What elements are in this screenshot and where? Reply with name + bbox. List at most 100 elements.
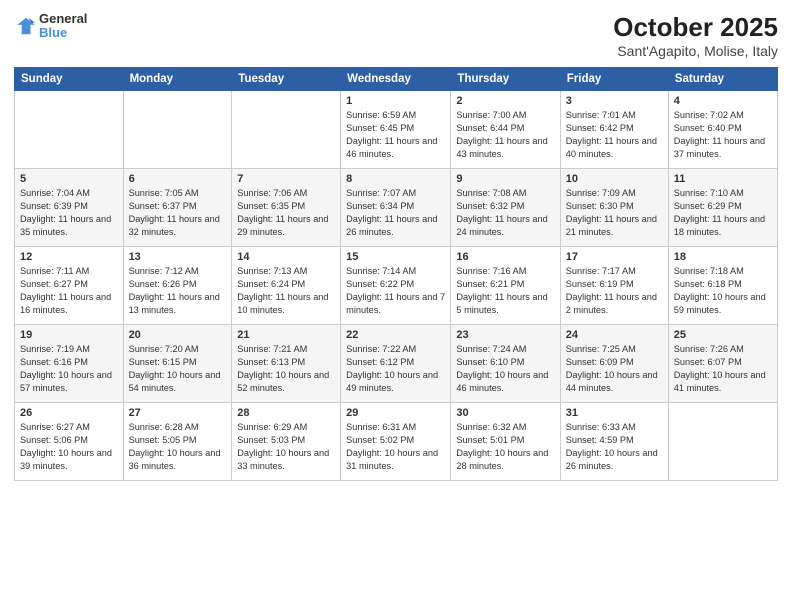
header: General Blue October 2025 Sant'Agapito, …	[14, 12, 778, 59]
day-info: Sunrise: 7:13 AM Sunset: 6:24 PM Dayligh…	[237, 265, 335, 317]
day-number: 17	[566, 251, 663, 263]
calendar-cell: 24 Sunrise: 7:25 AM Sunset: 6:09 PM Dayli…	[560, 325, 668, 403]
day-number: 31	[566, 407, 663, 419]
day-info: Sunrise: 7:04 AM Sunset: 6:39 PM Dayligh…	[20, 187, 118, 239]
calendar-cell: 15 Sunrise: 7:14 AM Sunset: 6:22 PM Dayli…	[341, 247, 451, 325]
calendar-subtitle: Sant'Agapito, Molise, Italy	[613, 43, 778, 59]
day-info: Sunrise: 6:59 AM Sunset: 6:45 PM Dayligh…	[346, 109, 445, 161]
calendar-table: SundayMondayTuesdayWednesdayThursdayFrid…	[14, 67, 778, 481]
day-info: Sunrise: 7:21 AM Sunset: 6:13 PM Dayligh…	[237, 343, 335, 395]
page: General Blue October 2025 Sant'Agapito, …	[0, 0, 792, 612]
calendar-cell: 16 Sunrise: 7:16 AM Sunset: 6:21 PM Dayli…	[451, 247, 560, 325]
day-info: Sunrise: 6:29 AM Sunset: 5:03 PM Dayligh…	[237, 421, 335, 473]
day-info: Sunrise: 7:02 AM Sunset: 6:40 PM Dayligh…	[674, 109, 772, 161]
day-number: 23	[456, 329, 554, 341]
day-header-saturday: Saturday	[668, 68, 777, 91]
calendar-cell	[232, 91, 341, 169]
day-info: Sunrise: 6:28 AM Sunset: 5:05 PM Dayligh…	[129, 421, 227, 473]
calendar-cell: 29Sunrise: 6:31 AM Sunset: 5:02 PM Dayli…	[341, 403, 451, 481]
logo-text: General Blue	[39, 12, 87, 41]
calendar-week-1: 1 Sunrise: 6:59 AM Sunset: 6:45 PM Daylig…	[15, 91, 778, 169]
calendar-cell: 30Sunrise: 6:32 AM Sunset: 5:01 PM Dayli…	[451, 403, 560, 481]
calendar-cell: 17 Sunrise: 7:17 AM Sunset: 6:19 PM Dayli…	[560, 247, 668, 325]
calendar-cell: 20 Sunrise: 7:20 AM Sunset: 6:15 PM Dayli…	[123, 325, 232, 403]
day-info: Sunrise: 7:01 AM Sunset: 6:42 PM Dayligh…	[566, 109, 663, 161]
calendar-cell: 23 Sunrise: 7:24 AM Sunset: 6:10 PM Dayli…	[451, 325, 560, 403]
day-number: 18	[674, 251, 772, 263]
day-info: Sunrise: 7:06 AM Sunset: 6:35 PM Dayligh…	[237, 187, 335, 239]
day-info: Sunrise: 7:22 AM Sunset: 6:12 PM Dayligh…	[346, 343, 445, 395]
calendar-cell: 21 Sunrise: 7:21 AM Sunset: 6:13 PM Dayli…	[232, 325, 341, 403]
day-info: Sunrise: 7:09 AM Sunset: 6:30 PM Dayligh…	[566, 187, 663, 239]
day-number: 2	[456, 95, 554, 107]
calendar-cell	[123, 91, 232, 169]
day-info: Sunrise: 7:10 AM Sunset: 6:29 PM Dayligh…	[674, 187, 772, 239]
day-info: Sunrise: 7:07 AM Sunset: 6:34 PM Dayligh…	[346, 187, 445, 239]
calendar-cell: 27 Sunrise: 6:28 AM Sunset: 5:05 PM Dayli…	[123, 403, 232, 481]
day-number: 13	[129, 251, 227, 263]
day-info: Sunrise: 7:25 AM Sunset: 6:09 PM Dayligh…	[566, 343, 663, 395]
calendar-cell: 8Sunrise: 7:07 AM Sunset: 6:34 PM Daylig…	[341, 169, 451, 247]
day-info: Sunrise: 6:33 AM Sunset: 4:59 PM Dayligh…	[566, 421, 663, 473]
calendar-cell: 13Sunrise: 7:12 AM Sunset: 6:26 PM Dayli…	[123, 247, 232, 325]
calendar-cell: 4 Sunrise: 7:02 AM Sunset: 6:40 PM Daylig…	[668, 91, 777, 169]
day-info: Sunrise: 7:24 AM Sunset: 6:10 PM Dayligh…	[456, 343, 554, 395]
day-header-tuesday: Tuesday	[232, 68, 341, 91]
calendar-week-2: 5Sunrise: 7:04 AM Sunset: 6:39 PM Daylig…	[15, 169, 778, 247]
calendar-cell: 25Sunrise: 7:26 AM Sunset: 6:07 PM Dayli…	[668, 325, 777, 403]
calendar-title: October 2025	[613, 12, 778, 43]
calendar-cell: 5Sunrise: 7:04 AM Sunset: 6:39 PM Daylig…	[15, 169, 124, 247]
day-number: 20	[129, 329, 227, 341]
calendar-cell: 18 Sunrise: 7:18 AM Sunset: 6:18 PM Dayli…	[668, 247, 777, 325]
day-number: 21	[237, 329, 335, 341]
calendar-cell: 31 Sunrise: 6:33 AM Sunset: 4:59 PM Dayli…	[560, 403, 668, 481]
day-number: 28	[237, 407, 335, 419]
calendar-cell: 11 Sunrise: 7:10 AM Sunset: 6:29 PM Dayli…	[668, 169, 777, 247]
day-number: 3	[566, 95, 663, 107]
day-number: 1	[346, 95, 445, 107]
day-info: Sunrise: 7:17 AM Sunset: 6:19 PM Dayligh…	[566, 265, 663, 317]
day-number: 26	[20, 407, 118, 419]
title-block: October 2025 Sant'Agapito, Molise, Italy	[613, 12, 778, 59]
day-info: Sunrise: 7:14 AM Sunset: 6:22 PM Dayligh…	[346, 265, 445, 317]
day-number: 12	[20, 251, 118, 263]
logo-icon	[14, 15, 36, 37]
day-number: 6	[129, 173, 227, 185]
day-header-monday: Monday	[123, 68, 232, 91]
day-number: 16	[456, 251, 554, 263]
calendar-header-row: SundayMondayTuesdayWednesdayThursdayFrid…	[15, 68, 778, 91]
logo-line1: General	[39, 12, 87, 26]
day-number: 30	[456, 407, 554, 419]
day-number: 27	[129, 407, 227, 419]
calendar-cell: 1 Sunrise: 6:59 AM Sunset: 6:45 PM Daylig…	[341, 91, 451, 169]
day-header-sunday: Sunday	[15, 68, 124, 91]
day-info: Sunrise: 7:20 AM Sunset: 6:15 PM Dayligh…	[129, 343, 227, 395]
calendar-cell: 22 Sunrise: 7:22 AM Sunset: 6:12 PM Dayli…	[341, 325, 451, 403]
calendar-cell	[15, 91, 124, 169]
logo-line2: Blue	[39, 26, 87, 40]
day-number: 25	[674, 329, 772, 341]
day-info: Sunrise: 7:18 AM Sunset: 6:18 PM Dayligh…	[674, 265, 772, 317]
day-info: Sunrise: 7:16 AM Sunset: 6:21 PM Dayligh…	[456, 265, 554, 317]
calendar-cell: 3 Sunrise: 7:01 AM Sunset: 6:42 PM Daylig…	[560, 91, 668, 169]
day-info: Sunrise: 7:11 AM Sunset: 6:27 PM Dayligh…	[20, 265, 118, 317]
calendar-cell: 6 Sunrise: 7:05 AM Sunset: 6:37 PM Daylig…	[123, 169, 232, 247]
calendar-cell: 9Sunrise: 7:08 AM Sunset: 6:32 PM Daylig…	[451, 169, 560, 247]
day-number: 11	[674, 173, 772, 185]
calendar-cell: 19Sunrise: 7:19 AM Sunset: 6:16 PM Dayli…	[15, 325, 124, 403]
calendar-cell: 14Sunrise: 7:13 AM Sunset: 6:24 PM Dayli…	[232, 247, 341, 325]
calendar-week-3: 12 Sunrise: 7:11 AM Sunset: 6:27 PM Dayli…	[15, 247, 778, 325]
calendar-cell: 2 Sunrise: 7:00 AM Sunset: 6:44 PM Daylig…	[451, 91, 560, 169]
logo: General Blue	[14, 12, 87, 41]
calendar-cell: 7Sunrise: 7:06 AM Sunset: 6:35 PM Daylig…	[232, 169, 341, 247]
day-number: 24	[566, 329, 663, 341]
day-number: 15	[346, 251, 445, 263]
day-header-thursday: Thursday	[451, 68, 560, 91]
calendar-cell: 26Sunrise: 6:27 AM Sunset: 5:06 PM Dayli…	[15, 403, 124, 481]
day-number: 22	[346, 329, 445, 341]
day-number: 19	[20, 329, 118, 341]
day-number: 4	[674, 95, 772, 107]
day-info: Sunrise: 7:00 AM Sunset: 6:44 PM Dayligh…	[456, 109, 554, 161]
day-header-friday: Friday	[560, 68, 668, 91]
day-info: Sunrise: 7:05 AM Sunset: 6:37 PM Dayligh…	[129, 187, 227, 239]
